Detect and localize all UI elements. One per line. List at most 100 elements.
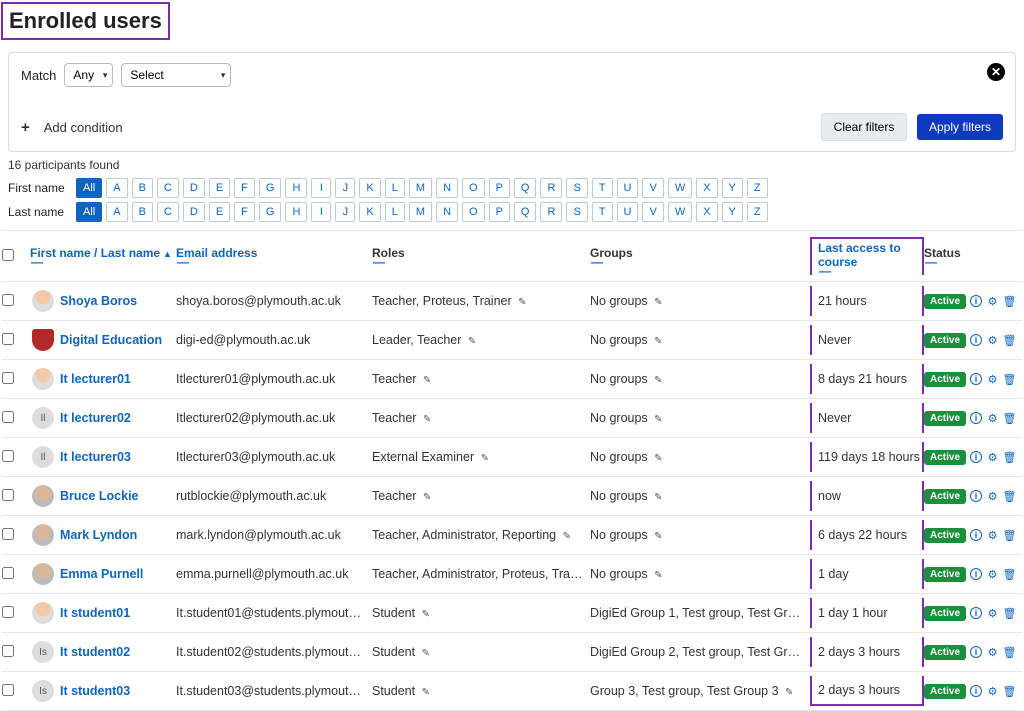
lastname-letter-l[interactable]: L — [385, 202, 405, 222]
firstname-letter-e[interactable]: E — [209, 178, 230, 198]
info-icon[interactable]: i — [970, 295, 982, 307]
trash-icon[interactable]: 🗑 — [1003, 646, 1016, 659]
edit-roles-icon[interactable]: ✎ — [423, 414, 431, 425]
trash-icon[interactable]: 🗑 — [1003, 529, 1016, 542]
lastname-letter-t[interactable]: T — [592, 202, 613, 222]
user-link[interactable]: It student03 — [60, 684, 130, 698]
edit-roles-icon[interactable]: ✎ — [422, 648, 430, 659]
lastname-letter-h[interactable]: H — [285, 202, 307, 222]
row-checkbox[interactable] — [2, 489, 14, 501]
user-link[interactable]: Shoya Boros — [60, 294, 137, 308]
edit-roles-icon[interactable]: ✎ — [481, 453, 489, 464]
lastname-letter-c[interactable]: C — [157, 202, 179, 222]
lastname-letter-o[interactable]: O — [462, 202, 485, 222]
lastname-letter-a[interactable]: A — [106, 202, 127, 222]
row-checkbox[interactable] — [2, 606, 14, 618]
row-checkbox[interactable] — [2, 645, 14, 657]
gear-icon[interactable]: ⚙ — [986, 529, 999, 542]
match-select[interactable]: Any — [64, 63, 113, 87]
info-icon[interactable]: i — [970, 334, 982, 346]
user-link[interactable]: Emma Purnell — [60, 567, 143, 581]
row-checkbox[interactable] — [2, 294, 14, 306]
user-link[interactable]: It student01 — [60, 606, 130, 620]
gear-icon[interactable]: ⚙ — [986, 490, 999, 503]
edit-groups-icon[interactable]: ✎ — [654, 375, 662, 386]
firstname-letter-a[interactable]: A — [106, 178, 127, 198]
lastname-letter-z[interactable]: Z — [747, 202, 768, 222]
row-checkbox[interactable] — [2, 333, 14, 345]
firstname-letter-i[interactable]: I — [311, 178, 331, 198]
gear-icon[interactable]: ⚙ — [986, 646, 999, 659]
firstname-all[interactable]: All — [76, 178, 102, 198]
edit-roles-icon[interactable]: ✎ — [422, 687, 430, 698]
lastname-letter-m[interactable]: M — [409, 202, 432, 222]
info-icon[interactable]: i — [970, 529, 982, 541]
lastname-letter-f[interactable]: F — [234, 202, 255, 222]
firstname-letter-c[interactable]: C — [157, 178, 179, 198]
firstname-letter-b[interactable]: B — [132, 178, 153, 198]
info-icon[interactable]: i — [970, 607, 982, 619]
row-checkbox[interactable] — [2, 411, 14, 423]
lastname-letter-i[interactable]: I — [311, 202, 331, 222]
row-checkbox[interactable] — [2, 528, 14, 540]
firstname-letter-h[interactable]: H — [285, 178, 307, 198]
edit-groups-icon[interactable]: ✎ — [654, 297, 662, 308]
gear-icon[interactable]: ⚙ — [986, 568, 999, 581]
clear-filters-button[interactable]: Clear filters — [821, 113, 908, 141]
firstname-letter-l[interactable]: L — [385, 178, 405, 198]
firstname-letter-n[interactable]: N — [436, 178, 458, 198]
lastname-letter-w[interactable]: W — [668, 202, 692, 222]
gear-icon[interactable]: ⚙ — [986, 295, 999, 308]
edit-groups-icon[interactable]: ✎ — [654, 492, 662, 503]
info-icon[interactable]: i — [970, 685, 982, 697]
firstname-letter-y[interactable]: Y — [722, 178, 743, 198]
info-icon[interactable]: i — [970, 412, 982, 424]
info-icon[interactable]: i — [970, 451, 982, 463]
lastname-letter-d[interactable]: D — [183, 202, 205, 222]
info-icon[interactable]: i — [970, 568, 982, 580]
close-icon[interactable]: ✕ — [987, 63, 1005, 81]
select-all-checkbox[interactable] — [2, 249, 14, 261]
firstname-letter-s[interactable]: S — [566, 178, 587, 198]
lastname-letter-y[interactable]: Y — [722, 202, 743, 222]
row-checkbox[interactable] — [2, 450, 14, 462]
field-select[interactable]: Select — [121, 63, 231, 87]
edit-roles-icon[interactable]: ✎ — [518, 297, 526, 308]
lastname-letter-j[interactable]: J — [335, 202, 355, 222]
edit-groups-icon[interactable]: ✎ — [654, 414, 662, 425]
firstname-letter-f[interactable]: F — [234, 178, 255, 198]
firstname-letter-o[interactable]: O — [462, 178, 485, 198]
trash-icon[interactable]: 🗑 — [1003, 568, 1016, 581]
trash-icon[interactable]: 🗑 — [1003, 373, 1016, 386]
trash-icon[interactable]: 🗑 — [1003, 685, 1016, 698]
gear-icon[interactable]: ⚙ — [986, 412, 999, 425]
lastname-letter-u[interactable]: U — [617, 202, 639, 222]
trash-icon[interactable]: 🗑 — [1003, 451, 1016, 464]
firstname-letter-m[interactable]: M — [409, 178, 432, 198]
lastname-letter-r[interactable]: R — [540, 202, 562, 222]
firstname-letter-z[interactable]: Z — [747, 178, 768, 198]
firstname-letter-t[interactable]: T — [592, 178, 613, 198]
firstname-letter-u[interactable]: U — [617, 178, 639, 198]
col-last-access[interactable]: Last access to course— — [810, 237, 924, 275]
edit-groups-icon[interactable]: ✎ — [654, 570, 662, 581]
firstname-letter-w[interactable]: W — [668, 178, 692, 198]
lastname-letter-k[interactable]: K — [359, 202, 380, 222]
info-icon[interactable]: i — [970, 373, 982, 385]
firstname-letter-v[interactable]: V — [642, 178, 663, 198]
edit-roles-icon[interactable]: ✎ — [423, 375, 431, 386]
row-checkbox[interactable] — [2, 684, 14, 696]
user-link[interactable]: Digital Education — [60, 333, 162, 347]
edit-groups-icon[interactable]: ✎ — [654, 531, 662, 542]
edit-groups-icon[interactable]: ✎ — [785, 687, 793, 698]
add-condition-button[interactable]: + Add condition — [21, 119, 123, 136]
user-link[interactable]: Mark Lyndon — [60, 528, 137, 542]
info-icon[interactable]: i — [970, 490, 982, 502]
lastname-letter-q[interactable]: Q — [514, 202, 537, 222]
row-checkbox[interactable] — [2, 372, 14, 384]
trash-icon[interactable]: 🗑 — [1003, 412, 1016, 425]
firstname-letter-k[interactable]: K — [359, 178, 380, 198]
firstname-letter-g[interactable]: G — [259, 178, 282, 198]
info-icon[interactable]: i — [970, 646, 982, 658]
lastname-letter-b[interactable]: B — [132, 202, 153, 222]
